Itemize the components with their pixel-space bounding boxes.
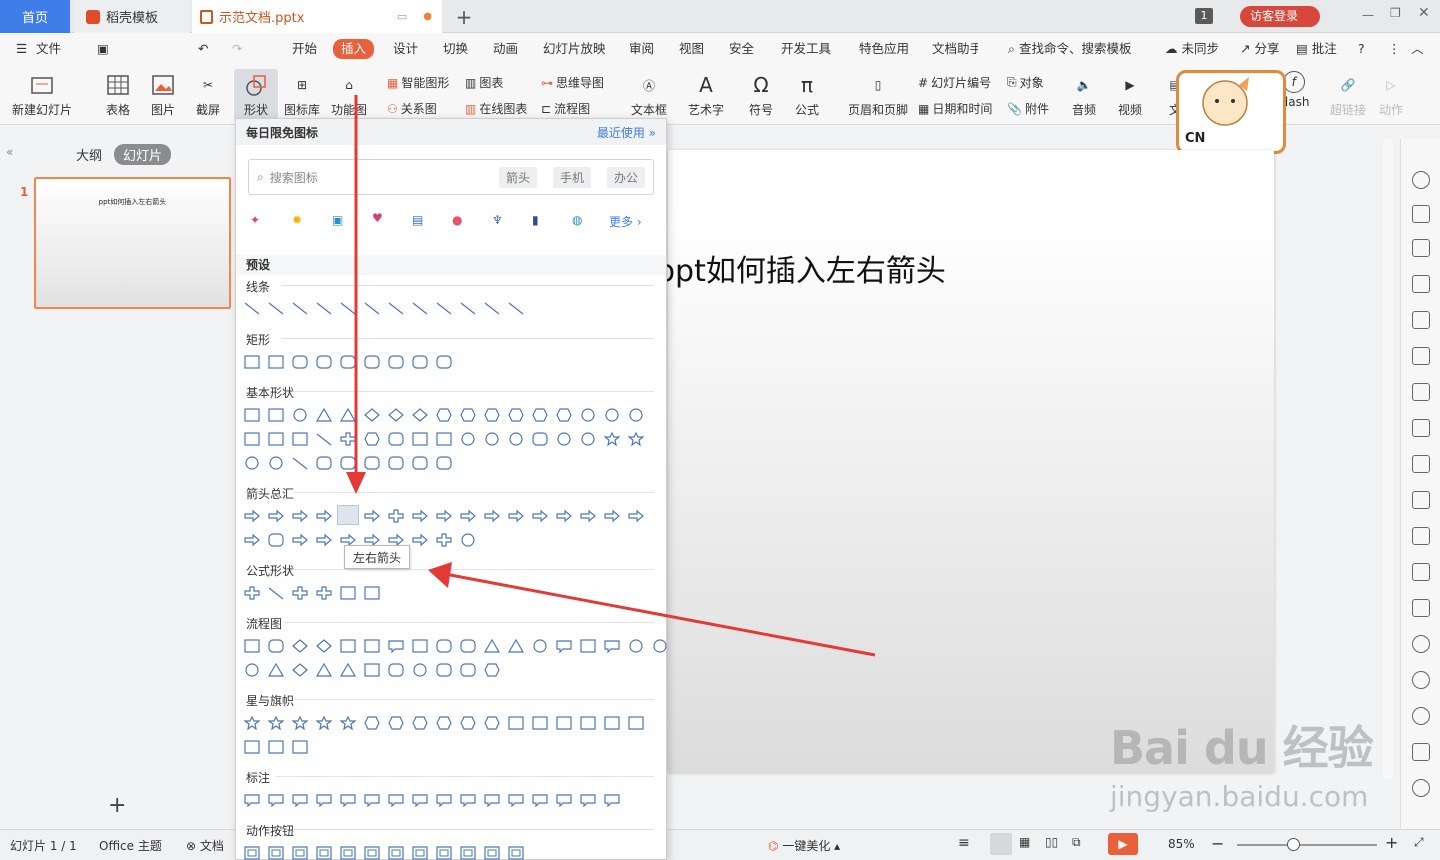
annotation-arrow-diagonal [444, 572, 876, 657]
annotation-arrowhead-diagonal [428, 562, 452, 588]
annotation-arrowhead-down [346, 472, 366, 494]
annotation-arrows [346, 95, 876, 657]
